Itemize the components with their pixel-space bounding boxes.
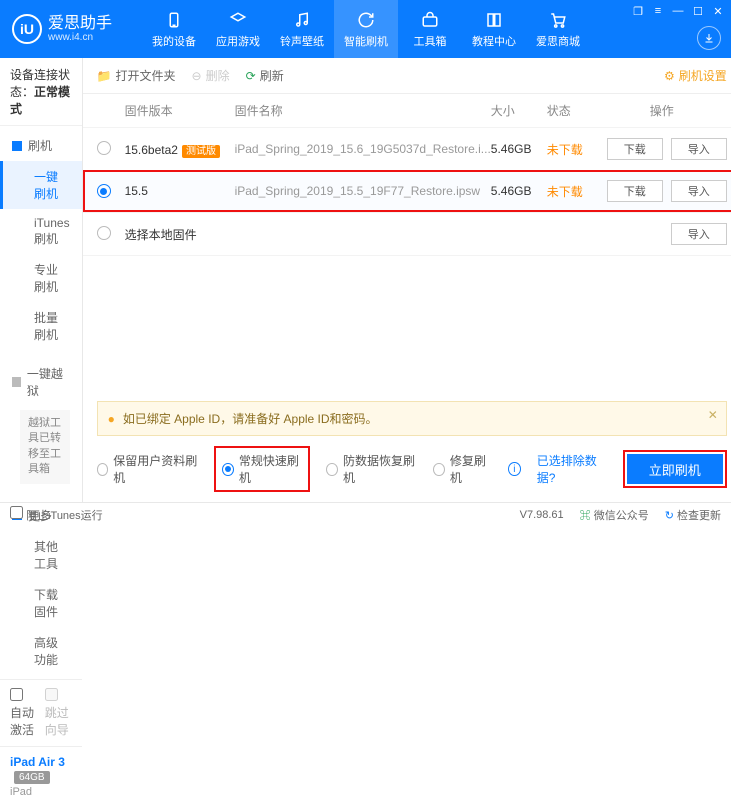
auto-activate-checkbox[interactable]: 自动激活 [10,688,37,738]
wechat-link[interactable]: ⌘ 微信公众号 [580,507,649,523]
app-url: www.i4.cn [48,32,112,43]
nav-apps[interactable]: 应用游戏 [206,0,270,58]
menu-icon[interactable]: ❐ [631,4,645,18]
nav-tutorials[interactable]: 教程中心 [462,0,526,58]
sidebar-item-oneclick-flash[interactable]: 一键刷机 [0,161,82,209]
close-icon[interactable]: ✕ [708,408,718,422]
mode-anti-recovery[interactable]: 防数据恢复刷机 [326,452,417,486]
maximize-button[interactable]: ☐ [691,4,705,18]
apps-icon [228,10,248,30]
mode-keep-data[interactable]: 保留用户资料刷机 [97,452,199,486]
check-update-link[interactable]: ↻ 检查更新 [665,507,721,523]
lock-icon [12,377,21,387]
status-bar: 阻止iTunes运行 V7.98.61 ⌘ 微信公众号 ↻ 检查更新 [0,502,731,526]
sidebar-item-pro-flash[interactable]: 专业刷机 [0,254,82,302]
beta-tag: 测试版 [182,145,220,158]
sidebar-item-other-tools[interactable]: 其他工具 [0,531,82,579]
sidebar-group-flash[interactable]: 刷机 [0,130,82,161]
gear-icon: ⚙ [664,69,675,83]
download-button[interactable]: 下载 [607,180,663,202]
settings-icon[interactable]: ≡ [651,4,665,18]
mode-normal[interactable]: 常规快速刷机 [214,446,310,492]
block-itunes-checkbox[interactable]: 阻止iTunes运行 [10,506,103,523]
import-button[interactable]: 导入 [671,138,727,160]
nav-toolbox[interactable]: 工具箱 [398,0,462,58]
cart-icon [548,10,568,30]
sidebar-item-itunes-flash[interactable]: iTunes刷机 [0,209,82,254]
phone-icon [164,10,184,30]
row-radio[interactable] [97,141,111,155]
skip-guide-checkbox[interactable]: 跳过向导 [45,688,72,738]
nav-flash[interactable]: 智能刷机 [334,0,398,58]
refresh-icon: ⟳ [246,69,256,83]
version-label: V7.98.61 [520,509,564,521]
table-header: 固件版本 固件名称 大小 状态 操作 [83,94,731,128]
delete-icon: ⊖ [192,69,202,83]
window-controls: ❐ ≡ — ☐ ✕ [631,4,725,18]
warning-icon: ● [108,412,115,426]
download-button[interactable]: 下载 [607,138,663,160]
exclude-data-link[interactable]: 已选排除数据? [537,452,607,486]
refresh-button[interactable]: ⟳刷新 [246,67,284,84]
top-nav: 我的设备 应用游戏 铃声壁纸 智能刷机 工具箱 教程中心 爱思商城 [142,0,590,58]
toolbar: 📁打开文件夹 ⊖删除 ⟳刷新 ⚙刷机设置 [83,58,731,94]
delete-button: ⊖删除 [192,67,230,84]
folder-icon: 📁 [97,69,112,83]
flash-settings-button[interactable]: ⚙刷机设置 [664,67,727,84]
update-icon: ↻ [665,510,674,522]
main-panel: 📁打开文件夹 ⊖删除 ⟳刷新 ⚙刷机设置 固件版本 固件名称 大小 状态 操作 … [83,58,731,502]
sidebar-item-download-firmware[interactable]: 下载固件 [0,579,82,627]
storage-badge: 64GB [14,771,50,784]
open-folder-button[interactable]: 📁打开文件夹 [97,67,176,84]
download-manager-button[interactable] [697,26,721,50]
import-button[interactable]: 导入 [671,180,727,202]
row-radio[interactable] [97,184,111,198]
sidebar-item-batch-flash[interactable]: 批量刷机 [0,302,82,350]
sidebar-group-jailbreak[interactable]: 一键越狱 [0,358,82,406]
nav-store[interactable]: 爱思商城 [526,0,590,58]
row-radio[interactable] [97,226,111,240]
connection-status: 设备连接状态：正常模式 [0,58,82,126]
warning-bar: ● 如已绑定 Apple ID，请准备好 Apple ID和密码。 ✕ [97,401,727,436]
sidebar: 设备连接状态：正常模式 刷机 一键刷机 iTunes刷机 专业刷机 批量刷机 一… [0,58,83,502]
jailbreak-note: 越狱工具已转移至工具箱 [20,410,70,484]
firmware-row-selected[interactable]: 15.5 iPad_Spring_2019_15.5_19F77_Restore… [83,170,731,212]
app-name: 爱思助手 [48,15,112,33]
primary-highlight: 立即刷机 [623,450,727,488]
refresh-icon [356,10,376,30]
minimize-button[interactable]: — [671,4,685,18]
mode-repair[interactable]: 修复刷机 [433,452,492,486]
nav-ringtones[interactable]: 铃声壁纸 [270,0,334,58]
nav-my-device[interactable]: 我的设备 [142,0,206,58]
close-button[interactable]: ✕ [711,4,725,18]
book-icon [484,10,504,30]
sidebar-options: 自动激活 跳过向导 [0,679,82,746]
sidebar-item-advanced[interactable]: 高级功能 [0,627,82,675]
square-icon [12,141,22,151]
import-button[interactable]: 导入 [671,223,727,245]
toolbox-icon [420,10,440,30]
wechat-icon: ⌘ [580,510,591,522]
titlebar: iU 爱思助手 www.i4.cn 我的设备 应用游戏 铃声壁纸 智能刷机 工具… [0,0,731,58]
app-logo: iU 爱思助手 www.i4.cn [12,14,112,44]
local-firmware-row[interactable]: 选择本地固件 导入 [83,212,731,256]
flash-mode-bar: 保留用户资料刷机 常规快速刷机 防数据恢复刷机 修复刷机 i 已选排除数据? 立… [83,436,731,502]
music-icon [292,10,312,30]
info-icon[interactable]: i [508,462,521,476]
flash-now-button[interactable]: 立即刷机 [627,454,723,484]
device-card[interactable]: iPad Air 364GB iPad [0,746,82,806]
logo-icon: iU [12,14,42,44]
firmware-row[interactable]: 15.6beta2测试版 iPad_Spring_2019_15.6_19G50… [83,128,731,170]
